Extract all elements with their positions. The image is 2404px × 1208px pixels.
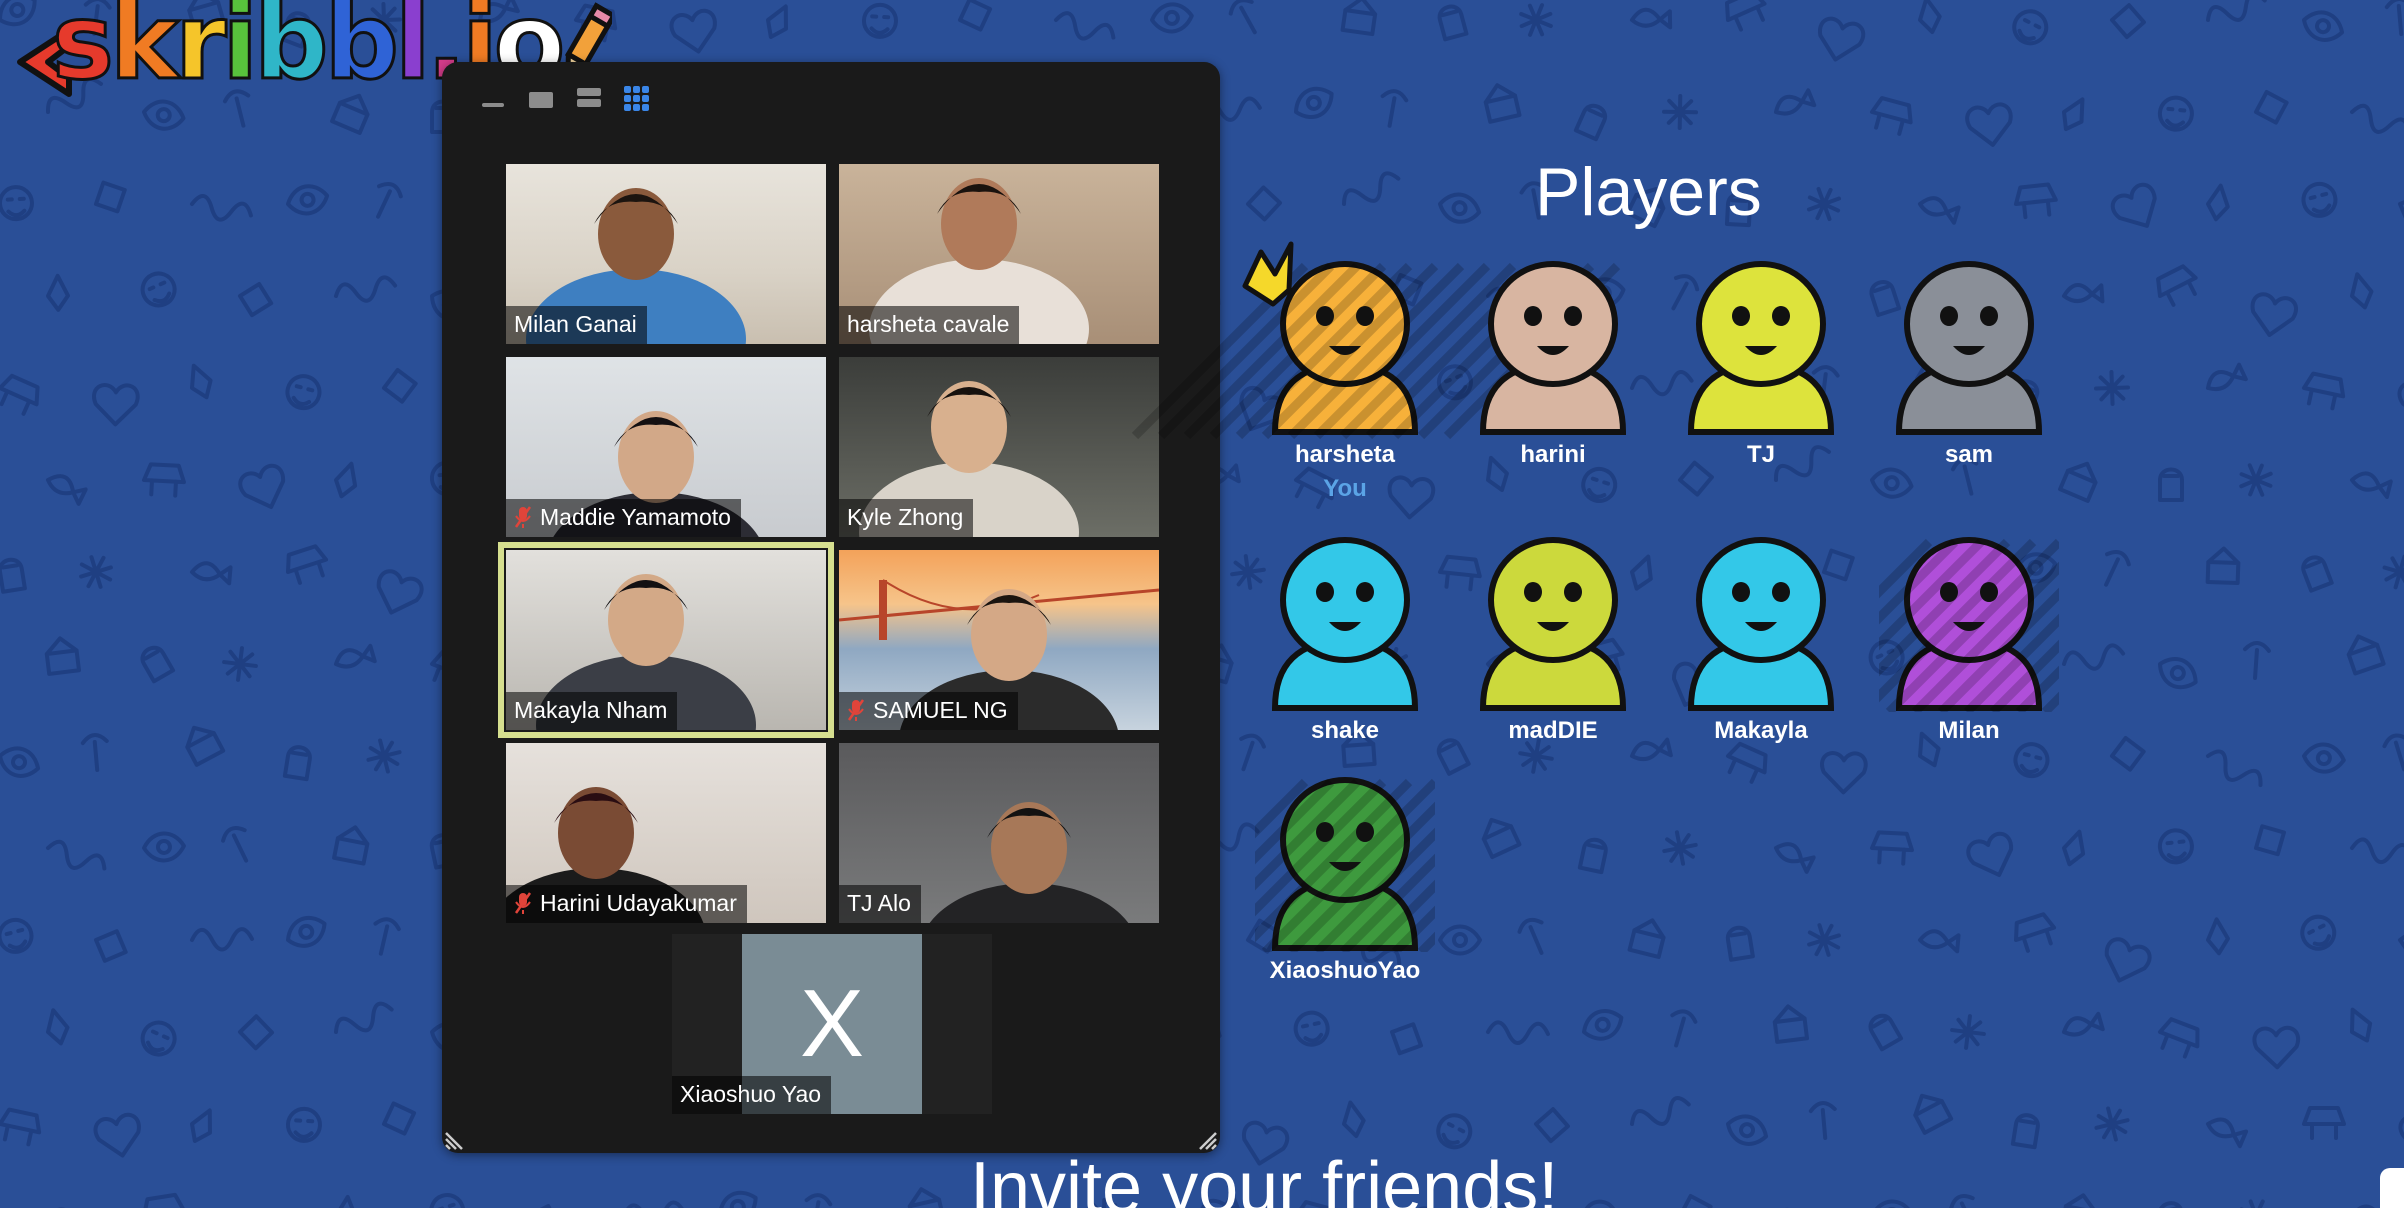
player-avatar-icon [1255, 777, 1435, 952]
player-avatar-icon [1479, 537, 1627, 711]
muted-mic-icon [514, 506, 532, 528]
participant-name: harsheta cavale [847, 311, 1010, 337]
participant-name-label: Kyle Zhong [839, 499, 974, 537]
video-tile[interactable]: harsheta cavale [839, 164, 1159, 344]
player-name: Milan [1938, 717, 2000, 744]
player-name: TJ [1746, 441, 1775, 468]
video-tile[interactable]: Makayla Nham [498, 542, 834, 738]
player-card[interactable]: sam [1869, 246, 2069, 486]
participant-name-label: Makayla Nham [506, 692, 678, 730]
video-tile[interactable]: Milan Ganai [506, 164, 826, 344]
player-name: shake [1310, 717, 1380, 744]
resize-handle-left[interactable] [442, 1127, 468, 1153]
participant-name: Milan Ganai [514, 311, 637, 337]
participant-name-label: Xiaoshuo Yao [672, 1076, 832, 1114]
invite-title: Invite your friends! [970, 1148, 1559, 1208]
player-name: madDIE [1508, 717, 1598, 744]
player-avatar-icon [1879, 537, 2059, 712]
logo-letter: l [393, 0, 432, 103]
player-name: harini [1520, 441, 1586, 468]
player-card[interactable]: Milan [1869, 522, 2069, 762]
participant-name: Harini Udayakumar [540, 890, 737, 916]
player-name: harsheta [1294, 441, 1396, 468]
logo-letter: b [253, 0, 330, 103]
participant-name: SAMUEL NG [873, 697, 1008, 723]
player-name: XiaoshuoYao [1269, 957, 1421, 984]
video-tile[interactable]: Harini Udayakumar [506, 743, 826, 923]
player-card[interactable]: harsheta You [1131, 241, 1621, 502]
participant-name-label: harsheta cavale [839, 306, 1020, 344]
participant-name-label: Milan Ganai [506, 306, 647, 344]
participant-name: Xiaoshuo Yao [680, 1081, 822, 1107]
logo-letter: s [51, 0, 116, 103]
player-name: sam [1944, 441, 1994, 468]
player-avatar-icon [1271, 537, 1419, 711]
participant-name-label: Maddie Yamamoto [506, 499, 741, 537]
player-card[interactable]: TJ [1661, 246, 1861, 486]
you-label: You [1323, 475, 1367, 502]
muted-mic-icon [514, 892, 532, 914]
players-title: Players [1535, 154, 1762, 230]
player-name: Makayla [1714, 717, 1808, 744]
player-card[interactable]: shake [1245, 522, 1445, 762]
participant-name-label: Harini Udayakumar [506, 885, 747, 923]
strip-view-icon[interactable] [574, 83, 604, 113]
participant-name: Maddie Yamamoto [540, 504, 731, 530]
minimize-view-icon[interactable] [478, 83, 508, 113]
player-card[interactable]: Makayla [1661, 522, 1861, 762]
video-tile[interactable]: Maddie Yamamoto [506, 357, 826, 537]
logo-letter: r [174, 0, 228, 103]
participant-name: TJ Alo [847, 890, 911, 916]
player-avatar-icon [1131, 241, 1621, 440]
player-card[interactable]: madDIE [1453, 522, 1653, 762]
gallery-view-icon[interactable] [622, 83, 652, 113]
speaker-view-icon[interactable] [526, 83, 556, 113]
scroll-handle[interactable] [2380, 1168, 2404, 1208]
player-avatar-icon [1479, 261, 1627, 435]
video-tile[interactable]: Kyle Zhong [839, 357, 1159, 537]
player-card[interactable]: XiaoshuoYao [1245, 762, 1445, 1002]
player-card[interactable]: harini [1453, 246, 1653, 486]
view-toolbar [478, 80, 652, 116]
video-tile[interactable]: TJ Alo [839, 743, 1159, 923]
logo-letter: k [108, 0, 180, 103]
player-avatar-icon [1687, 537, 1835, 711]
crown-icon [1242, 241, 1294, 307]
participant-name: Kyle Zhong [847, 504, 964, 530]
logo-letter: b [323, 0, 400, 103]
video-tile[interactable]: SAMUEL NG [839, 550, 1159, 730]
participant-name: Makayla Nham [514, 697, 668, 723]
participant-name-label: TJ Alo [839, 885, 921, 923]
participant-name-label: SAMUEL NG [839, 692, 1018, 730]
logo-letter: i [221, 0, 260, 103]
video-tile[interactable]: X Xiaoshuo Yao [672, 934, 992, 1114]
player-avatar-icon [1687, 261, 1835, 435]
zoom-gallery-window[interactable]: Milan Ganai harsheta cavale Maddie Yamamot… [442, 62, 1220, 1153]
player-avatar-icon [1895, 261, 2043, 435]
muted-mic-icon [847, 699, 865, 721]
